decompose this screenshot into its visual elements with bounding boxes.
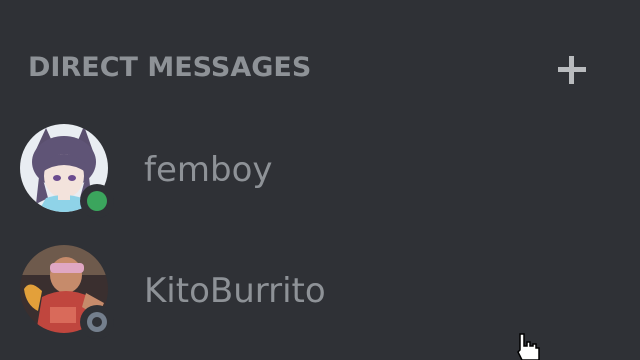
dm-item-femboy[interactable]: femboy [18,122,618,222]
dm-sidebar-panel: DIRECT MESSAGES femboy KitoBurrito [0,0,640,360]
dm-item-kitoburrito[interactable]: KitoBurrito [18,243,618,343]
status-indicator [80,305,114,339]
hand-cursor-icon [514,332,544,360]
avatar-container [20,245,114,339]
status-indicator [80,184,114,218]
plus-icon [558,56,586,84]
avatar-container [20,124,114,218]
section-title: DIRECT MESSAGES [28,52,312,83]
dm-username: KitoBurrito [144,271,326,311]
direct-messages-header: DIRECT MESSAGES [28,50,618,90]
online-status-icon [87,191,107,211]
offline-status-icon [87,312,107,332]
dm-username: femboy [144,150,273,190]
create-dm-button[interactable] [552,50,592,90]
